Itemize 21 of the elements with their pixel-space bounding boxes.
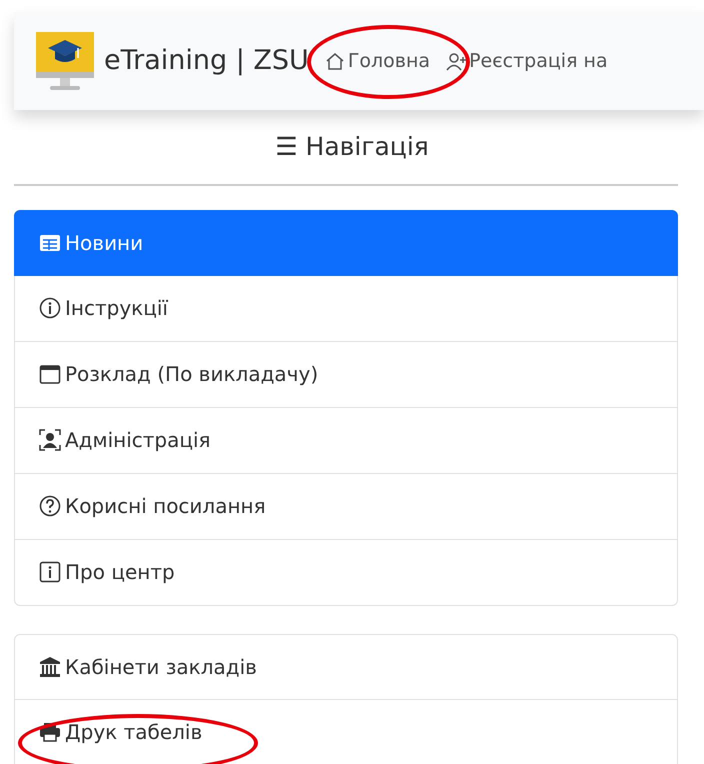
logo-icon xyxy=(34,30,96,92)
menu-item[interactable]: Корисні посилання xyxy=(14,474,678,540)
calendar-icon xyxy=(39,363,61,385)
section-heading: ☰ Навігація xyxy=(274,131,430,163)
menu-item[interactable]: Кабінети закладів xyxy=(14,634,678,700)
menu-item[interactable]: Новини xyxy=(14,210,678,276)
add-user-icon xyxy=(446,51,466,71)
person-icon xyxy=(39,429,61,451)
home-icon xyxy=(324,51,345,71)
help-icon xyxy=(39,495,61,517)
menu-item[interactable]: Інструкції xyxy=(14,276,678,342)
menu-item[interactable]: Адміністрація xyxy=(14,408,678,474)
menu-item[interactable]: Друк табелів xyxy=(14,700,678,764)
info-icon xyxy=(39,297,61,319)
menu-item[interactable]: Розклад (По викладачу) xyxy=(14,342,678,408)
menu-item[interactable]: Про центр xyxy=(14,540,678,606)
printer-icon xyxy=(39,721,61,743)
info-icon xyxy=(39,561,61,583)
nav-link[interactable]: Головна xyxy=(306,24,470,100)
brand-name: eTraining | ZSU xyxy=(104,44,309,78)
bank-icon xyxy=(39,656,61,678)
